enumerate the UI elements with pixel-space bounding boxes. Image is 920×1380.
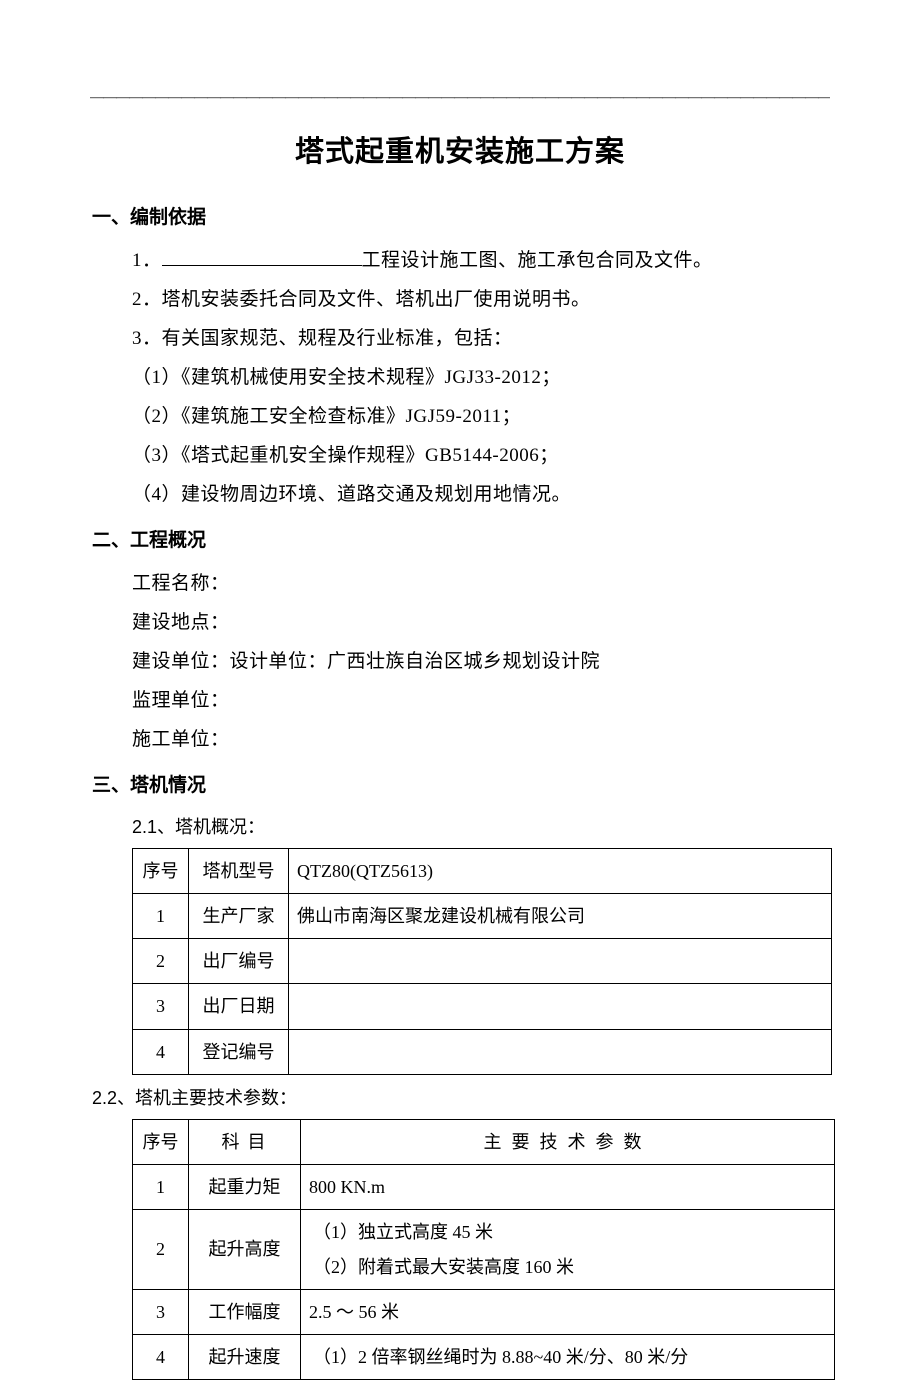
cell-value: 800 KN.m	[301, 1165, 835, 1210]
cell-idx: 3	[133, 1289, 189, 1334]
s1-line1: 1． 工程设计施工图、施工承包合同及文件。	[92, 242, 828, 281]
table-row: 序号 塔机型号 QTZ80(QTZ5613)	[133, 848, 832, 893]
section1-head: 一、编制依据	[92, 200, 828, 236]
cell-idx: 4	[133, 1029, 189, 1074]
doc-title: 塔式起重机安装施工方案	[92, 125, 828, 180]
cell-value: （1）2 倍率钢丝绳时为 8.88~40 米/分、80 米/分	[301, 1334, 835, 1379]
table-row: 1 起重力矩 800 KN.m	[133, 1165, 835, 1210]
s1-l1-num: 1．	[132, 250, 162, 271]
s1-line3: 3．有关国家规范、规程及行业标准，包括：	[92, 320, 828, 359]
cell-value	[289, 984, 832, 1029]
cell-label: 出厂日期	[189, 984, 289, 1029]
cell-label: 起重力矩	[189, 1165, 301, 1210]
cell-idx: 4	[133, 1334, 189, 1379]
col-header-model: 塔机型号	[189, 848, 289, 893]
cell-idx: 3	[133, 984, 189, 1029]
table-row: 4 起升速度 （1）2 倍率钢丝绳时为 8.88~40 米/分、80 米/分	[133, 1334, 835, 1379]
s1-line6: （3）《塔式起重机安全操作规程》GB5144-2006；	[92, 437, 828, 476]
cell-label: 工作幅度	[189, 1289, 301, 1334]
cell-value-line1: （1）独立式高度 45 米	[313, 1215, 826, 1249]
s1-l1-tail: 工程设计施工图、施工承包合同及文件。	[362, 250, 713, 271]
cell-idx: 2	[133, 939, 189, 984]
sub-3-1: 2.1、塔机概况：	[92, 810, 828, 844]
table-row: 2 出厂编号	[133, 939, 832, 984]
col-header-subject: 科目	[189, 1119, 301, 1164]
table-row: 2 起升高度 （1）独立式高度 45 米 （2）附着式最大安装高度 160 米	[133, 1210, 835, 1289]
col-header-idx: 序号	[133, 848, 189, 893]
cell-idx: 1	[133, 894, 189, 939]
s1-line7: （4）建设物周边环境、道路交通及规划用地情况。	[92, 476, 828, 515]
cell-value	[289, 939, 832, 984]
s2-line5: 施工单位：	[92, 721, 828, 760]
crane-params-table: 序号 科目 主要技术参数 1 起重力矩 800 KN.m 2 起升高度 （1）独…	[132, 1119, 835, 1380]
header-rule: ————————————————————————————————————————…	[90, 85, 830, 112]
cell-label: 起升高度	[189, 1210, 301, 1289]
cell-value: 2.5 ～ 56 米	[301, 1289, 835, 1334]
s2-line3: 建设单位：设计单位：广西壮族自治区城乡规划设计院	[92, 643, 828, 682]
s2-line1: 工程名称：	[92, 565, 828, 604]
cell-value-line2: （2）附着式最大安装高度 160 米	[313, 1250, 826, 1284]
s1-line4: （1）《建筑机械使用安全技术规程》JGJ33-2012；	[92, 359, 828, 398]
s1-line5: （2）《建筑施工安全检查标准》JGJ59-2011；	[92, 398, 828, 437]
s2-line4: 监理单位：	[92, 682, 828, 721]
cell-label: 登记编号	[189, 1029, 289, 1074]
blank-field	[162, 245, 362, 266]
cell-label: 起升速度	[189, 1334, 301, 1379]
cell-model-value: QTZ80(QTZ5613)	[289, 848, 832, 893]
table-row: 4 登记编号	[133, 1029, 832, 1074]
cell-idx: 1	[133, 1165, 189, 1210]
sub-3-2: 2.2、塔机主要技术参数：	[92, 1081, 828, 1115]
cell-value	[289, 1029, 832, 1074]
section3-head: 三、塔机情况	[92, 768, 828, 804]
cell-value: 佛山市南海区聚龙建设机械有限公司	[289, 894, 832, 939]
table-row: 3 工作幅度 2.5 ～ 56 米	[133, 1289, 835, 1334]
s1-line2: 2．塔机安装委托合同及文件、塔机出厂使用说明书。	[92, 281, 828, 320]
cell-label: 出厂编号	[189, 939, 289, 984]
col-header-params: 主要技术参数	[301, 1119, 835, 1164]
cell-label: 生产厂家	[189, 894, 289, 939]
section2-head: 二、工程概况	[92, 523, 828, 559]
table-row: 1 生产厂家 佛山市南海区聚龙建设机械有限公司	[133, 894, 832, 939]
cell-value-multi: （1）独立式高度 45 米 （2）附着式最大安装高度 160 米	[301, 1210, 835, 1289]
table-row: 序号 科目 主要技术参数	[133, 1119, 835, 1164]
table-row: 3 出厂日期	[133, 984, 832, 1029]
s2-line2: 建设地点：	[92, 604, 828, 643]
crane-overview-table: 序号 塔机型号 QTZ80(QTZ5613) 1 生产厂家 佛山市南海区聚龙建设…	[132, 848, 832, 1075]
cell-idx: 2	[133, 1210, 189, 1289]
col-header-idx: 序号	[133, 1119, 189, 1164]
